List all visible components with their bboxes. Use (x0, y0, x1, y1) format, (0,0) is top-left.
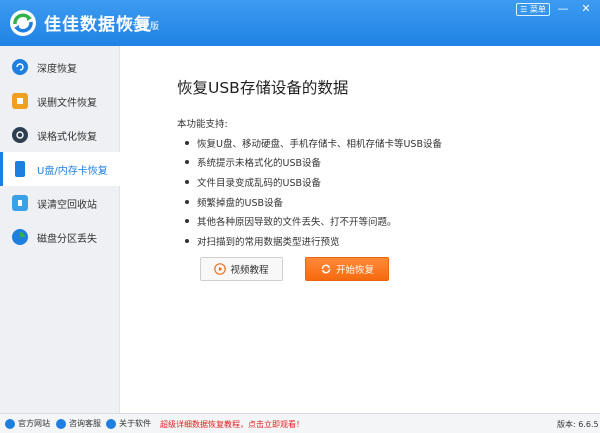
list-item: 其他各种原因导致的文件丢失、打不开等问题。 (177, 211, 442, 231)
title-bar: 佳佳数据恢复 专业版 ☰ 菜单 — ✕ (0, 0, 600, 46)
sidebar-item-label: 磁盘分区丢失 (37, 233, 97, 245)
sidebar-item-deep-recovery[interactable]: 深度恢复 (0, 50, 120, 84)
sidebar-item-label: 深度恢复 (37, 63, 77, 75)
usb-drive-icon (15, 161, 25, 177)
bullet-icon (185, 219, 189, 224)
list-item: 文件目录变成乱码的USB设备 (177, 172, 442, 192)
refresh-icon (321, 264, 331, 274)
about-software-link[interactable]: 关于软件 (106, 418, 151, 429)
page-title: 恢复USB存储设备的数据 (177, 79, 349, 97)
bullet-icon (185, 238, 189, 243)
app-logo-icon (10, 10, 36, 36)
bullet-icon (185, 140, 189, 145)
deleted-file-icon (12, 93, 28, 109)
list-item: 系统提示未格式化的USB设备 (177, 153, 442, 173)
format-recovery-icon (12, 127, 28, 143)
info-icon (106, 418, 116, 429)
edition-label: 专业版 (132, 22, 160, 32)
close-button[interactable]: ✕ (578, 1, 594, 17)
home-icon (5, 418, 15, 429)
sidebar-item-label: 误清空回收站 (37, 199, 97, 211)
sidebar-item-label: 误格式化恢复 (37, 131, 97, 143)
status-bar: 官方网站 咨询客服 关于软件 超级详细数据恢复教程，点击立即观看！ 版本: 6.… (0, 413, 600, 433)
sidebar-item-recycle-bin[interactable]: 误清空回收站 (0, 186, 120, 220)
sidebar-item-format-recovery[interactable]: 误格式化恢复 (0, 118, 120, 152)
chat-icon (56, 418, 66, 429)
video-tutorial-button[interactable]: 视频教程 (200, 257, 283, 281)
sidebar-item-usb-recovery[interactable]: U盘/内存卡恢复 (0, 152, 120, 186)
bullet-icon (185, 199, 189, 204)
bullet-icon (185, 179, 189, 184)
deep-recovery-icon (12, 59, 28, 75)
sidebar: 深度恢复 误删文件恢复 误格式化恢复 U盘/内存卡恢复 误清空回收站 磁盘分区丢… (0, 46, 120, 413)
version-label: 版本: 6.6.5 (557, 420, 599, 429)
tutorial-promo-link[interactable]: 超级详细数据恢复教程，点击立即观看！ (160, 419, 304, 430)
recycle-bin-icon (12, 195, 28, 211)
list-item: 对扫描到的常用数据类型进行预览 (177, 231, 442, 251)
bullet-icon (185, 160, 189, 165)
feature-intro: 本功能支持: (177, 119, 228, 130)
feature-list: 恢复U盘、移动硬盘、手机存储卡、相机存储卡等USB设备 系统提示未格式化的USB… (177, 133, 442, 251)
sidebar-item-label: U盘/内存卡恢复 (37, 165, 108, 177)
sidebar-item-deleted-files[interactable]: 误删文件恢复 (0, 84, 120, 118)
list-item: 频繁掉盘的USB设备 (177, 192, 442, 212)
customer-support-link[interactable]: 咨询客服 (56, 418, 101, 429)
official-website-link[interactable]: 官方网站 (5, 418, 50, 429)
minimize-button[interactable]: — (555, 1, 571, 17)
sidebar-item-label: 误删文件恢复 (37, 97, 97, 109)
list-item: 恢复U盘、移动硬盘、手机存储卡、相机存储卡等USB设备 (177, 133, 442, 153)
menu-button[interactable]: ☰ 菜单 (516, 3, 550, 16)
play-icon (214, 263, 227, 275)
sidebar-item-partition-lost[interactable]: 磁盘分区丢失 (0, 220, 120, 254)
main-panel: 恢复USB存储设备的数据 本功能支持: 恢复U盘、移动硬盘、手机存储卡、相机存储… (121, 46, 600, 413)
start-recovery-button[interactable]: 开始恢复 (305, 257, 389, 281)
partition-icon (12, 229, 28, 245)
